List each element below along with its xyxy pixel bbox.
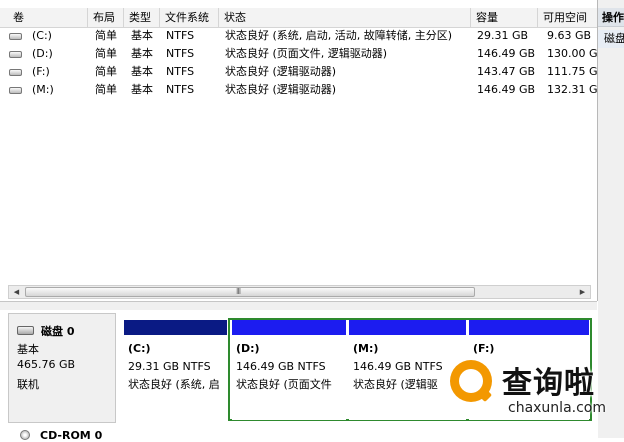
column-header-free-space[interactable]: 可用空间 xyxy=(538,8,597,27)
volume-filesystem: NTFS xyxy=(166,29,195,42)
scroll-left-arrow-icon[interactable]: ◀ xyxy=(10,286,23,298)
volume-free-space: 132.31 GB xyxy=(547,83,597,96)
watermark-logo: 查询啦 chaxunla.com xyxy=(432,346,610,420)
cdrom-0-info[interactable]: CD-ROM 0 xyxy=(8,426,128,442)
volume-row[interactable]: (M:) 简单 基本 NTFS 状态良好 (逻辑驱动器) 146.49 GB 1… xyxy=(0,81,597,99)
watermark-title: 查询啦 xyxy=(502,366,595,401)
volume-filesystem: NTFS xyxy=(166,83,195,96)
volume-list-pane: 卷 布局 类型 文件系统 状态 容量 可用空间 (C:) 简单 基本 NTFS … xyxy=(0,0,598,301)
volume-row[interactable]: (F:) 简单 基本 NTFS 状态良好 (逻辑驱动器) 143.47 GB 1… xyxy=(0,63,597,81)
disk-0-info[interactable]: 磁盘 0 基本 465.76 GB 联机 xyxy=(8,313,116,423)
volume-filesystem: NTFS xyxy=(166,65,195,78)
drive-icon xyxy=(9,69,22,76)
watermark-url: chaxunla.com xyxy=(508,400,606,416)
partition-bar xyxy=(232,320,346,335)
volume-row[interactable]: (D:) 简单 基本 NTFS 状态良好 (页面文件, 逻辑驱动器) 146.4… xyxy=(0,45,597,63)
volume-capacity: 29.31 GB xyxy=(477,29,529,42)
scroll-right-arrow-icon[interactable]: ▶ xyxy=(576,286,589,298)
volume-filesystem: NTFS xyxy=(166,47,195,60)
volume-type: 基本 xyxy=(131,65,153,78)
volume-status: 状态良好 (系统, 启动, 活动, 故障转储, 主分区) xyxy=(225,29,453,42)
disk-size: 465.76 GB xyxy=(17,358,76,371)
volume-status: 状态良好 (页面文件, 逻辑驱动器) xyxy=(225,47,388,60)
partition-bar xyxy=(349,320,466,335)
volume-status: 状态良好 (逻辑驱动器) xyxy=(225,83,337,96)
disk-name: 磁盘 0 xyxy=(41,325,75,338)
horizontal-scrollbar[interactable]: ◀ III ▶ xyxy=(8,285,591,299)
disk-type: 基本 xyxy=(17,343,39,356)
volume-row[interactable]: (C:) 简单 基本 NTFS 状态良好 (系统, 启动, 活动, 故障转储, … xyxy=(0,27,597,45)
drive-icon xyxy=(9,33,22,40)
volume-layout: 简单 xyxy=(95,65,117,78)
volume-name: (F:) xyxy=(32,65,50,78)
disk-icon xyxy=(17,326,34,335)
volume-free-space: 130.00 GB xyxy=(547,47,597,60)
volume-list-header: 卷 布局 类型 文件系统 状态 容量 可用空间 xyxy=(0,8,597,28)
volume-type: 基本 xyxy=(131,29,153,42)
partition-label: (D:) xyxy=(236,342,260,355)
cdrom-name: CD-ROM 0 xyxy=(40,429,103,442)
column-header-filesystem[interactable]: 文件系统 xyxy=(160,8,219,27)
volume-name: (D:) xyxy=(32,47,53,60)
volume-layout: 简单 xyxy=(95,47,117,60)
column-header-type[interactable]: 类型 xyxy=(124,8,160,27)
volume-capacity: 146.49 GB xyxy=(477,83,536,96)
volume-type: 基本 xyxy=(131,83,153,96)
action-item-disk[interactable]: 磁盘 xyxy=(598,30,624,48)
column-header-layout[interactable]: 布局 xyxy=(88,8,124,27)
partition-c[interactable]: (C:) 29.31 GB NTFS 状态良好 (系统, 启 xyxy=(124,320,227,420)
action-pane-title: 操作 xyxy=(598,8,624,27)
watermark-q-icon xyxy=(450,360,493,403)
column-header-status[interactable]: 状态 xyxy=(219,8,471,27)
volume-name: (M:) xyxy=(32,83,54,96)
column-header-capacity[interactable]: 容量 xyxy=(471,8,538,27)
partition-size-fs: 29.31 GB NTFS xyxy=(128,360,211,373)
partition-label: (C:) xyxy=(128,342,151,355)
partition-status: 状态良好 (系统, 启 xyxy=(128,378,220,391)
volume-capacity: 146.49 GB xyxy=(477,47,536,60)
drive-icon xyxy=(9,51,22,58)
partition-status: 状态良好 (页面文件 xyxy=(236,378,332,391)
volume-name: (C:) xyxy=(32,29,52,42)
drive-icon xyxy=(9,87,22,94)
partition-d[interactable]: (D:) 146.49 GB NTFS 状态良好 (页面文件 xyxy=(232,320,346,420)
scrollbar-thumb[interactable]: III xyxy=(25,287,475,297)
pane-splitter[interactable] xyxy=(0,301,597,310)
volume-type: 基本 xyxy=(131,47,153,60)
partition-bar xyxy=(124,320,227,335)
volume-capacity: 143.47 GB xyxy=(477,65,536,78)
disk-state: 联机 xyxy=(17,378,39,391)
scrollbar-grip: III xyxy=(236,287,241,296)
column-header-volume[interactable]: 卷 xyxy=(8,8,88,27)
volume-free-space: 111.75 GB xyxy=(547,65,597,78)
partition-size-fs: 146.49 GB NTFS xyxy=(236,360,326,373)
volume-layout: 简单 xyxy=(95,83,117,96)
volume-status: 状态良好 (逻辑驱动器) xyxy=(225,65,337,78)
partition-bar xyxy=(469,320,589,335)
volume-layout: 简单 xyxy=(95,29,117,42)
volume-free-space: 9.63 GB xyxy=(547,29,592,42)
cdrom-icon xyxy=(20,430,30,440)
